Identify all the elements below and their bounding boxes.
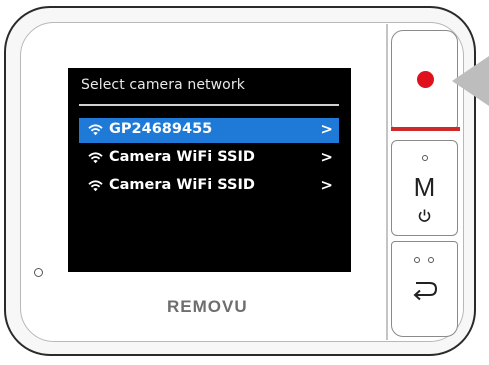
network-item-3[interactable]: Camera WiFi SSID > (79, 174, 339, 199)
button-column-divider (386, 24, 388, 340)
screen-title: Select camera network (81, 77, 245, 93)
power-icon (418, 209, 431, 222)
device-screen: Select camera network GP24689455 > Camer… (68, 68, 351, 272)
wifi-icon (88, 152, 103, 164)
pointer-arrow-icon (452, 56, 489, 106)
chevron-right-icon: > (320, 148, 333, 166)
mode-label: M (413, 172, 436, 202)
record-indicator-bar (391, 127, 460, 131)
network-item-1[interactable]: GP24689455 > (79, 118, 339, 143)
indicator-dots-icon (414, 257, 438, 263)
status-led-icon (34, 268, 43, 277)
chevron-right-icon: > (320, 176, 333, 194)
record-button[interactable] (391, 30, 458, 129)
wifi-icon (88, 180, 103, 192)
mode-power-button[interactable]: M (391, 140, 458, 236)
network-ssid: GP24689455 (109, 121, 213, 137)
screen-divider (79, 104, 339, 106)
back-button[interactable] (391, 241, 458, 337)
network-ssid: Camera WiFi SSID (109, 177, 255, 193)
record-icon (417, 71, 434, 88)
indicator-dot-icon (422, 155, 428, 161)
camera-remote-device: Select camera network GP24689455 > Camer… (0, 0, 489, 365)
chevron-right-icon: > (320, 120, 333, 138)
wifi-icon (88, 124, 103, 136)
back-icon (413, 282, 438, 301)
brand-logo: REMOVU (167, 297, 248, 316)
network-item-2[interactable]: Camera WiFi SSID > (79, 146, 339, 171)
network-ssid: Camera WiFi SSID (109, 149, 255, 165)
